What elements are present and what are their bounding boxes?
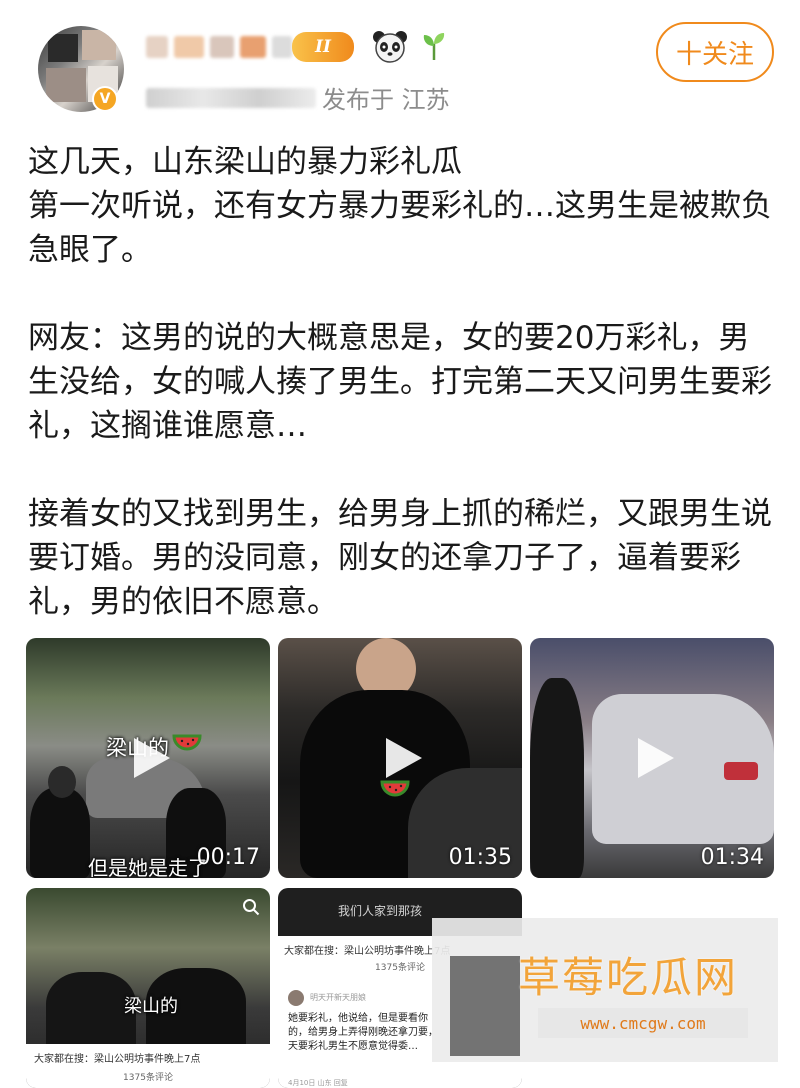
person-silhouette	[30, 788, 90, 878]
tail-light	[724, 762, 758, 780]
search-caption: 大家都在搜：梁山公明坊事件晚上7点	[284, 946, 451, 957]
image-top-caption: 我们人家到那孩	[338, 904, 423, 918]
video-duration: 00:17	[196, 845, 260, 870]
video-duration: 01:34	[700, 845, 764, 870]
post-paragraph: 这几天，山东梁山的暴力彩礼瓜 第一次听说，还有女方暴力要彩礼的…这男生是被欺负急…	[28, 144, 772, 268]
post-content: 这几天，山东梁山的暴力彩礼瓜 第一次听说，还有女方暴力要彩礼的…这男生是被欺负急…	[28, 140, 778, 624]
commenter-name: 明天开新天朋娘	[310, 993, 366, 1002]
video-thumbnail-1[interactable]: 梁山的 但是她是走了 00:17	[26, 638, 270, 878]
video-thumbnail-2[interactable]: 01:35	[278, 638, 522, 878]
watermelon-icon	[172, 734, 202, 751]
sprout-icon	[423, 33, 445, 60]
level-badge: II	[292, 32, 354, 62]
play-icon	[638, 738, 674, 778]
watermark-figure	[450, 956, 520, 1056]
video-caption-bottom: 但是她是走了	[88, 856, 208, 878]
video-thumbnail-3[interactable]: 01:34	[530, 638, 774, 878]
search-icon	[243, 899, 260, 916]
watermelon-icon	[380, 780, 410, 797]
person-silhouette	[46, 972, 136, 1052]
post-meta: 发布于 江苏	[146, 80, 450, 115]
post-paragraph: 网友：这男的说的大概意思是，女的要20万彩礼，男生没给，女的喊人揍了男生。打完第…	[28, 320, 772, 444]
search-caption-strip: 大家都在搜：梁山公明坊事件晚上7点 1375条评论	[26, 1044, 270, 1088]
play-icon	[386, 738, 422, 778]
watermark-url: www.cmcgw.com	[538, 1008, 748, 1038]
verified-badge: V	[92, 86, 118, 112]
comment-text: 她要彩礼，他说给，但是要看你的，给男身上弄得刚晚还拿刀要，天要彩礼男生不愿意觉得…	[288, 1013, 438, 1052]
follow-button[interactable]: 十关注	[656, 22, 774, 82]
timestamp-blurred	[146, 87, 316, 108]
watermark-title: 草莓吃瓜网	[518, 953, 739, 1002]
post-paragraph: 接着女的又找到男生，给男身上抓的稀烂，又跟男生说要订婚。男的没同意，刚女的还拿刀…	[28, 496, 772, 620]
panda-icon	[373, 31, 407, 63]
comment-count: 1375条评论	[123, 1073, 173, 1083]
video-duration: 01:35	[448, 845, 512, 870]
publish-location: 发布于 江苏	[322, 86, 450, 114]
person-silhouette	[530, 678, 584, 878]
person-head	[48, 766, 76, 798]
search-caption: 大家都在搜：梁山公明坊事件晚上7点	[34, 1054, 201, 1065]
image-overlay-caption: 梁山的	[124, 996, 178, 1017]
post-header: V II 发布于 江苏 十关注	[0, 0, 800, 130]
comment-footer: 4月10日 山东 回复	[288, 1079, 348, 1087]
play-icon	[134, 738, 170, 778]
commenter-avatar	[288, 990, 304, 1006]
image-thumbnail-4[interactable]: 梁山的 大家都在搜：梁山公明坊事件晚上7点 1375条评论	[26, 888, 270, 1088]
